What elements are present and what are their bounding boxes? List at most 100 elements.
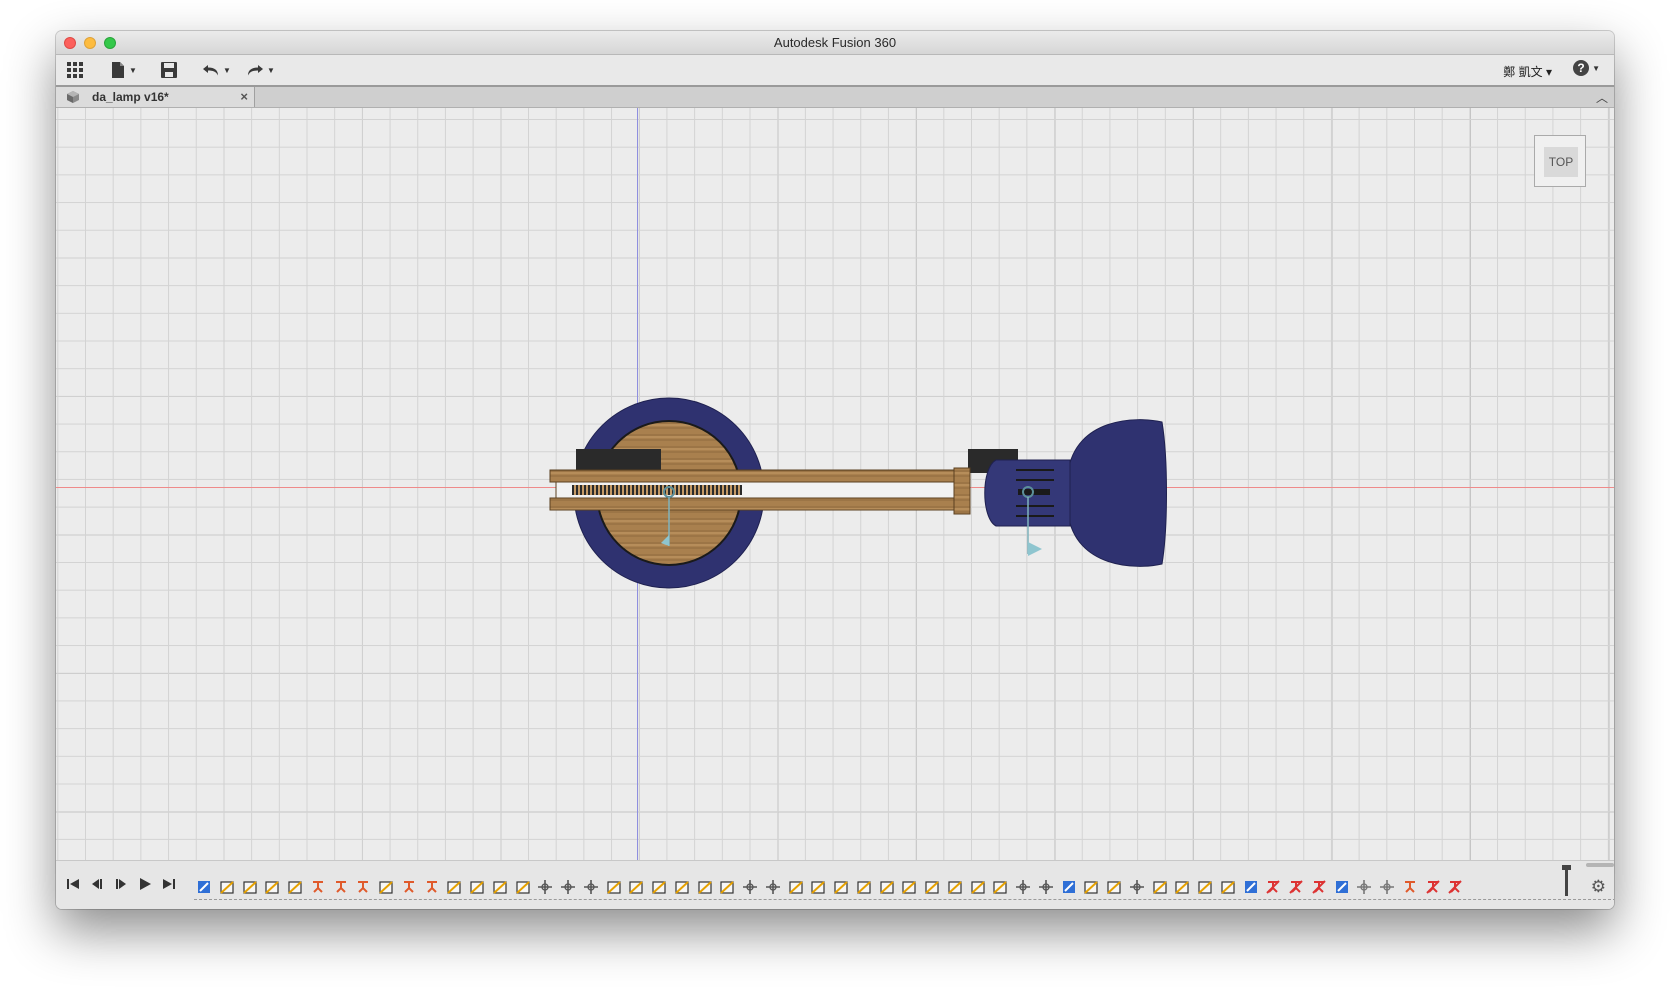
document-tab[interactable]: da_lamp v16* × — [56, 87, 255, 107]
save-button[interactable] — [160, 59, 178, 81]
zoom-window-button[interactable] — [104, 37, 116, 49]
timeline-feature-sweep-icon[interactable] — [378, 879, 394, 895]
timeline-scrollbar[interactable] — [1586, 863, 1614, 867]
arm-end-block — [953, 467, 971, 515]
timeline-play-button[interactable] — [136, 876, 154, 892]
timeline-panel: ⚙ — [56, 860, 1614, 909]
timeline-go-to-start-button[interactable] — [64, 876, 82, 892]
timeline-feature-suppressed-icon[interactable] — [1311, 879, 1327, 895]
timeline-feature-suppressed-icon[interactable] — [1288, 879, 1304, 895]
lamp-arm-slots — [572, 485, 742, 495]
timeline-feature-align-icon[interactable] — [583, 879, 599, 895]
timeline-feature-move-icon[interactable] — [1015, 879, 1031, 895]
gear-icon[interactable]: ⚙ — [1591, 877, 1606, 897]
timeline-feature-sweep-icon[interactable] — [788, 879, 804, 895]
timeline-go-to-end-button[interactable] — [160, 876, 178, 892]
timeline-feature-pattern-icon[interactable] — [1379, 879, 1395, 895]
step-forward-icon — [116, 879, 126, 889]
close-tab-icon[interactable]: × — [240, 87, 248, 107]
timeline-feature-mirror-icon[interactable] — [765, 879, 781, 895]
window-title: Autodesk Fusion 360 — [773, 35, 897, 50]
timeline-feature-plane-icon[interactable] — [287, 879, 303, 895]
viewcube-top-face[interactable]: TOP — [1544, 147, 1578, 177]
timeline-feature-extrude-icon[interactable] — [833, 879, 849, 895]
timeline-feature-suppressed-icon[interactable] — [1447, 879, 1463, 895]
timeline-feature-cylinder-icon[interactable] — [924, 879, 940, 895]
timeline-feature-extrude-icon[interactable] — [901, 879, 917, 895]
timeline-feature-sketch-icon[interactable] — [1243, 879, 1259, 895]
timeline-feature-move-icon[interactable] — [1038, 879, 1054, 895]
timeline-feature-move-icon[interactable] — [537, 879, 553, 895]
file-menu-button[interactable]: ▼ — [110, 59, 137, 81]
base-bracket — [576, 449, 661, 473]
app-window: Autodesk Fusion 360 ▼ ▼ ▼ 鄭 凱文 ▾ ? ▼ da_… — [56, 31, 1614, 909]
grid-icon — [67, 62, 83, 78]
timeline-feature-plane-icon[interactable] — [515, 879, 531, 895]
viewcube[interactable]: TOP — [1534, 135, 1586, 187]
timeline-feature-joint-icon[interactable] — [401, 879, 417, 895]
timeline-feature-sweep-icon[interactable] — [446, 879, 462, 895]
minimize-window-button[interactable] — [84, 37, 96, 49]
timeline-feature-suppressed-icon[interactable] — [1265, 879, 1281, 895]
skip-forward-icon — [163, 879, 175, 889]
timeline-feature-plane-icon[interactable] — [970, 879, 986, 895]
timeline-step-forward-button[interactable] — [112, 876, 130, 892]
timeline-feature-extrude-icon[interactable] — [264, 879, 280, 895]
timeline-feature-extrude-icon[interactable] — [628, 879, 644, 895]
lamp-arm-lower — [549, 497, 971, 511]
timeline-feature-extrude-icon[interactable] — [492, 879, 508, 895]
timeline-feature-sketch-icon[interactable] — [1061, 879, 1077, 895]
timeline-feature-track[interactable] — [194, 873, 1614, 900]
document-tab-bar: da_lamp v16* × ︿ — [56, 87, 1614, 108]
timeline-feature-mirror-icon[interactable] — [742, 879, 758, 895]
timeline-feature-sweep-icon[interactable] — [810, 879, 826, 895]
timeline-feature-joint-icon[interactable] — [1402, 879, 1418, 895]
design-document-icon — [67, 91, 79, 103]
chevron-up-icon[interactable]: ︿ — [1596, 89, 1608, 106]
lamp-shade — [1067, 419, 1167, 567]
timeline-feature-revolve-icon[interactable] — [674, 879, 690, 895]
undo-button[interactable]: ▼ — [202, 59, 231, 81]
timeline-feature-pattern-icon[interactable] — [1356, 879, 1372, 895]
timeline-feature-joint-icon[interactable] — [424, 879, 440, 895]
user-account-menu[interactable]: 鄭 凱文 ▾ — [1503, 63, 1552, 80]
timeline-feature-plane-icon[interactable] — [1220, 879, 1236, 895]
timeline-feature-offset-plane-icon[interactable] — [242, 879, 258, 895]
timeline-feature-sketch-icon[interactable] — [1334, 879, 1350, 895]
lamp-arm-upper — [549, 469, 971, 483]
timeline-feature-extrude-icon[interactable] — [1152, 879, 1168, 895]
timeline-marker[interactable] — [1562, 865, 1571, 896]
timeline-feature-box-icon[interactable] — [469, 879, 485, 895]
timeline-feature-plane-icon[interactable] — [856, 879, 872, 895]
timeline-step-back-button[interactable] — [88, 876, 106, 892]
timeline-feature-move-icon[interactable] — [560, 879, 576, 895]
timeline-feature-revolve-icon[interactable] — [879, 879, 895, 895]
close-window-button[interactable] — [64, 37, 76, 49]
timeline-feature-plane-icon[interactable] — [1083, 879, 1099, 895]
timeline-feature-suppressed-icon[interactable] — [1425, 879, 1441, 895]
title-bar: Autodesk Fusion 360 — [56, 31, 1614, 55]
timeline-feature-loft-icon[interactable] — [697, 879, 713, 895]
timeline-feature-shell-icon[interactable] — [1197, 879, 1213, 895]
timeline-feature-joint-icon[interactable] — [355, 879, 371, 895]
timeline-feature-loft-icon[interactable] — [719, 879, 735, 895]
timeline-feature-sketch-icon[interactable] — [196, 879, 212, 895]
lamp-model[interactable] — [56, 108, 1614, 860]
canvas-viewport[interactable]: TOP — [56, 108, 1614, 860]
quick-access-toolbar: ▼ ▼ ▼ 鄭 凱文 ▾ ? ▼ — [56, 55, 1614, 87]
help-menu-button[interactable]: ? ▼ — [1573, 60, 1600, 76]
timeline-feature-plane-icon[interactable] — [1174, 879, 1190, 895]
data-panel-button[interactable] — [66, 59, 84, 81]
timeline-feature-extrude-icon[interactable] — [651, 879, 667, 895]
timeline-feature-plane-icon[interactable] — [992, 879, 1008, 895]
step-back-icon — [92, 879, 102, 889]
timeline-feature-plane-icon[interactable] — [1106, 879, 1122, 895]
timeline-feature-align-icon[interactable] — [1129, 879, 1145, 895]
timeline-feature-extrude-icon[interactable] — [219, 879, 235, 895]
timeline-feature-sweep-icon[interactable] — [606, 879, 622, 895]
save-icon — [161, 62, 177, 78]
timeline-feature-joint-icon[interactable] — [310, 879, 326, 895]
timeline-feature-joint-icon[interactable] — [333, 879, 349, 895]
timeline-feature-extrude-icon[interactable] — [947, 879, 963, 895]
redo-button[interactable]: ▼ — [246, 59, 275, 81]
